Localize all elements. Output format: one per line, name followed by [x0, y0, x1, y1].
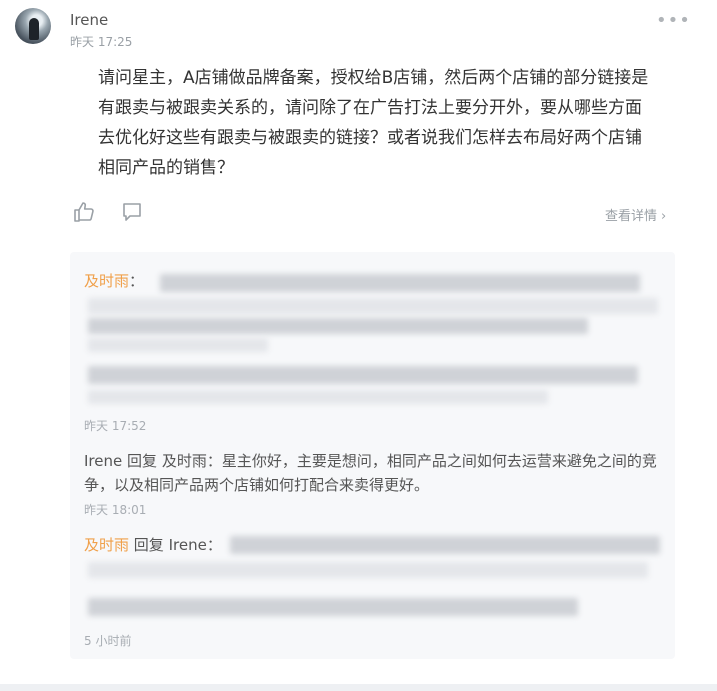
commenter-name[interactable]: Irene: [84, 452, 122, 470]
redacted-text: [88, 318, 588, 334]
post-timestamp: 昨天 17:25: [70, 35, 133, 49]
commenter-name[interactable]: 及时雨: [84, 536, 129, 554]
reply-word: 回复: [133, 536, 164, 554]
divider: [0, 684, 717, 691]
redacted-text: [88, 298, 658, 314]
comment-item: 及时雨：: [84, 270, 144, 291]
redacted-text: [88, 366, 638, 384]
question-text: 请问星主，A店铺做品牌备案，授权给B店铺，然后两个店铺的部分链接是有跟卖与被跟卖…: [98, 68, 649, 178]
view-details-link[interactable]: 查看详情 ›: [605, 205, 666, 224]
redacted-text: [88, 390, 548, 404]
thumbs-up-icon[interactable]: [72, 200, 96, 228]
reply-target-name[interactable]: Irene: [169, 536, 207, 554]
comment-timestamp: 昨天 18:01: [84, 503, 147, 517]
comment-item: 及时雨 回复 Irene：: [84, 534, 222, 555]
chevron-right-icon: ›: [661, 209, 667, 224]
redacted-text: [88, 598, 578, 616]
more-horizontal-icon[interactable]: •••: [656, 10, 691, 31]
author-name[interactable]: Irene: [70, 11, 108, 29]
comment-timestamp: 昨天 17:52: [84, 419, 147, 433]
reply-target-name[interactable]: 及时雨: [162, 452, 207, 470]
redacted-text: [230, 536, 660, 554]
comment-sep: ：: [206, 452, 222, 470]
redacted-text: [160, 274, 640, 292]
avatar[interactable]: [15, 8, 51, 44]
comment-timestamp: 5 小时前: [84, 634, 132, 648]
redacted-text: [88, 338, 268, 352]
redacted-text: [88, 562, 648, 578]
comment-sep: ：: [129, 272, 145, 290]
comment-icon[interactable]: [120, 200, 144, 228]
comments-section: 及时雨： 昨天 17:52 Irene 回复 及时雨：星主你好，主要是想问，相同…: [70, 252, 675, 659]
post-card: Irene 昨天 17:25 ••• 请问星主，A店铺做品牌备案，授权给B店铺，…: [0, 0, 717, 691]
comment-sep: ：: [206, 536, 222, 554]
reply-word: 回复: [127, 452, 158, 470]
commenter-name[interactable]: 及时雨: [84, 272, 129, 290]
comment-item: Irene 回复 及时雨：星主你好，主要是想问，相同产品之间如何去运营来避免之间…: [84, 449, 669, 497]
